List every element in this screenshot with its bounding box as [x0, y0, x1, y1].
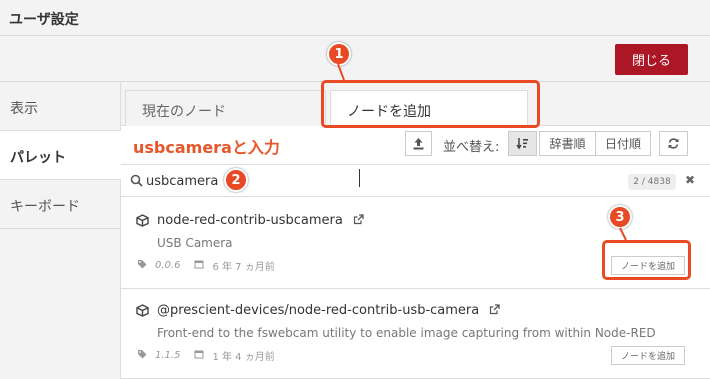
tab-install[interactable]: ノードを追加 — [330, 90, 528, 127]
search-input[interactable] — [146, 171, 446, 191]
callout-pointer — [337, 63, 345, 81]
cube-icon — [136, 304, 149, 317]
result-count-badge: 2 / 4838 — [628, 174, 676, 190]
node-description: USB Camera — [157, 236, 233, 250]
add-node-button[interactable]: ノードを追加 — [611, 256, 685, 275]
search-icon — [130, 174, 143, 187]
sidebar-item-view[interactable]: 表示 — [0, 82, 120, 131]
tag-icon — [137, 259, 147, 272]
cube-icon — [136, 214, 149, 227]
text-caret — [359, 169, 360, 187]
node-updated: 6 年 7 ヵ月前 — [212, 262, 275, 273]
step-callout: 2 — [224, 168, 248, 192]
upload-button[interactable] — [405, 131, 432, 156]
sort-relevance-button[interactable] — [508, 131, 537, 156]
node-name-text: node-red-contrib-usbcamera — [157, 213, 343, 228]
node-name-text: @prescient-devices/node-red-contrib-usb-… — [157, 303, 480, 318]
settings-sidebar: 表示 パレット キーボード — [0, 82, 121, 379]
node-name: node-red-contrib-usbcamera — [157, 213, 364, 228]
node-version: 0.0.6 — [155, 260, 181, 271]
list-item: @prescient-devices/node-red-contrib-usb-… — [121, 290, 710, 379]
sort-icon — [516, 138, 528, 150]
dialog-toolbar: 閉じる — [0, 36, 710, 82]
node-meta: 0.0.6 6 年 7 ヵ月前 — [137, 258, 275, 273]
node-meta: 1.1.5 1 年 4 ヵ月前 — [137, 348, 275, 363]
calendar-icon — [194, 349, 204, 362]
palette-tabs: 現在のノード ノードを追加 — [121, 82, 710, 127]
external-link-icon[interactable] — [489, 304, 501, 315]
clear-search-icon[interactable]: ✖ — [685, 173, 695, 187]
sidebar-item-palette[interactable]: パレット — [0, 131, 121, 180]
add-node-button[interactable]: ノードを追加 — [611, 346, 685, 365]
tab-current-nodes[interactable]: 現在のノード — [125, 90, 326, 126]
tag-icon — [137, 349, 147, 362]
refresh-button[interactable] — [659, 131, 688, 156]
upload-icon — [413, 138, 424, 150]
refresh-icon — [668, 138, 679, 149]
node-description: Front-end to the fswebcam utility to ena… — [157, 326, 656, 340]
sort-date-button[interactable]: 日付順 — [595, 131, 651, 156]
callout-pointer — [619, 227, 627, 241]
external-link-icon[interactable] — [353, 214, 364, 225]
sort-toolbar: usbcameraと入力 並べ替え: 辞書順 日付順 — [121, 126, 710, 162]
node-name: @prescient-devices/node-red-contrib-usb-… — [157, 303, 501, 318]
calendar-icon — [194, 259, 204, 272]
close-button[interactable]: 閉じる — [615, 44, 688, 75]
instruction-annotation: usbcameraと入力 — [133, 138, 280, 157]
sort-alpha-button[interactable]: 辞書順 — [539, 131, 596, 156]
search-bar: 2 / 4838 ✖ — [121, 164, 710, 197]
node-updated: 1 年 4 ヵ月前 — [212, 352, 275, 363]
install-panel: usbcameraと入力 並べ替え: 辞書順 日付順 usbcamera 2 /… — [121, 126, 710, 379]
sort-label: 並べ替え: — [443, 140, 500, 155]
node-version: 1.1.5 — [155, 350, 181, 361]
dialog-title: ユーザ設定 — [0, 0, 710, 36]
sidebar-item-keyboard[interactable]: キーボード — [0, 180, 120, 229]
